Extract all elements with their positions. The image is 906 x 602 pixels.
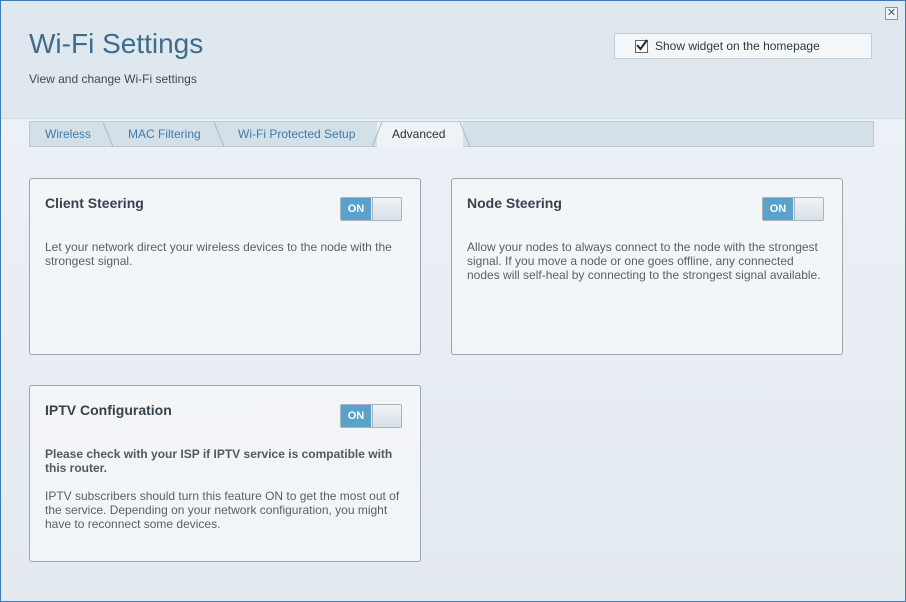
toggle-knob (372, 405, 401, 427)
node-steering-toggle[interactable]: ON (762, 197, 824, 221)
iptv-compatibility-warning: Please check with your ISP if IPTV servi… (45, 447, 393, 475)
client-steering-toggle[interactable]: ON (340, 197, 402, 221)
tab-advanced[interactable]: Advanced (377, 122, 463, 147)
show-widget-checkbox[interactable] (635, 38, 648, 53)
client-steering-title: Client Steering (45, 195, 144, 211)
header: Wi-Fi Settings View and change Wi-Fi set… (1, 1, 905, 119)
iptv-description: IPTV subscribers should turn this featur… (45, 489, 400, 531)
toggle-knob (372, 198, 401, 220)
iptv-configuration-card: IPTV Configuration ON Please check with … (29, 385, 421, 562)
close-icon[interactable]: ✕ (885, 7, 898, 20)
toggle-on-label: ON (341, 405, 371, 427)
toggle-knob (794, 198, 823, 220)
tab-separator (371, 122, 382, 147)
node-steering-card: Node Steering ON Allow your nodes to alw… (451, 178, 843, 355)
show-widget-label: Show widget on the homepage (655, 39, 820, 53)
page-subtitle: View and change Wi-Fi settings (29, 72, 197, 86)
tab-bar: Wireless MAC Filtering Wi-Fi Protected S… (29, 121, 874, 147)
toggle-on-label: ON (763, 198, 793, 220)
toggle-on-label: ON (341, 198, 371, 220)
iptv-toggle[interactable]: ON (340, 404, 402, 428)
tab-mac-filtering[interactable]: MAC Filtering (113, 122, 226, 147)
iptv-configuration-title: IPTV Configuration (45, 402, 172, 418)
wifi-settings-window: Wi-Fi Settings View and change Wi-Fi set… (0, 0, 906, 602)
tab-wireless[interactable]: Wireless (30, 122, 110, 147)
node-steering-description: Allow your nodes to always connect to th… (467, 240, 821, 282)
checkmark-icon (636, 38, 648, 51)
show-widget-option: Show widget on the homepage (614, 33, 872, 59)
tab-separator (460, 122, 471, 147)
client-steering-card: Client Steering ON Let your network dire… (29, 178, 421, 355)
node-steering-title: Node Steering (467, 195, 562, 211)
tab-wifi-protected-setup[interactable]: Wi-Fi Protected Setup (223, 122, 373, 147)
page-title: Wi-Fi Settings (29, 28, 204, 59)
client-steering-description: Let your network direct your wireless de… (45, 240, 392, 268)
